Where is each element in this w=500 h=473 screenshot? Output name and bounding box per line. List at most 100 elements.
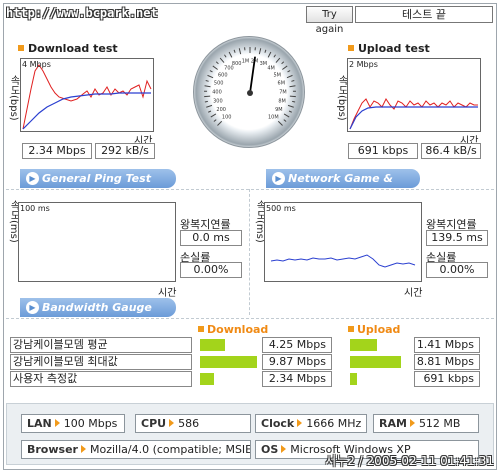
download-bar-track [200, 373, 260, 385]
upload-graph [347, 58, 481, 132]
gauge-tick [282, 65, 288, 70]
tab-bandwidth-gauge[interactable]: ▶ Bandwidth Gauge [20, 298, 176, 317]
bandwidth-row-label: 강남케이블모뎀 최대값 [10, 354, 192, 370]
gauge-tick [283, 113, 290, 118]
triangle-right-icon [54, 419, 60, 427]
gauge-tick [204, 100, 208, 103]
gauge-dial-label: 7M [279, 89, 287, 95]
download-y-axis-label: 속도(bps) [8, 75, 19, 121]
download-speed-kbs: 292 kB/s [95, 143, 155, 159]
bandwidth-row-label: 사용자 측정값 [10, 371, 192, 387]
site-url: http://www.bcpark.net [6, 6, 158, 20]
upload-speed-kbs: 86.4 kB/s [421, 143, 481, 159]
gauge-tick [228, 51, 233, 58]
download-bar [200, 373, 214, 385]
gauge-tick [209, 70, 213, 73]
gauge-face: 1002003004005006007008001M2M3M4M5M6M7M8M… [204, 47, 296, 126]
gauge-tick [207, 74, 214, 79]
upload-bar [350, 356, 401, 368]
upload-value: 1.41 Mbps [414, 337, 480, 353]
download-scale-label: 4 Mbps [22, 60, 51, 69]
ping-x-axis-label: 시간 [158, 288, 177, 299]
gauge-dial-label: 500 [214, 81, 224, 87]
bullet-square-icon [198, 326, 204, 332]
ping-latency-value: 0.0 ms [180, 230, 242, 246]
upload-value: 691 kbps [414, 371, 480, 387]
ping-scale-label: 100 ms [20, 204, 50, 213]
gauge-tick [224, 54, 227, 58]
tab-network-game-voip-test[interactable]: ▶ Network Game & VoIP Test [266, 169, 420, 204]
upload-value: 8.81 Mbps [414, 354, 480, 370]
gauge-dial-label: 3M [260, 61, 268, 67]
gauge-dial-label: 200 [216, 107, 226, 113]
game-scale-label: 500 ms [266, 204, 296, 213]
lan-info: LAN 100 Mbps [21, 414, 125, 433]
ping-loss-value: 0.00% [180, 262, 242, 278]
gauge-tick [267, 51, 272, 58]
upload-bar [350, 339, 377, 351]
gauge-tick [206, 104, 213, 108]
gauge-tick [287, 104, 294, 108]
gauge-tick [288, 110, 292, 113]
footer-timestamp: 서누2 / 2005-02-11 01:41:31 [325, 454, 494, 468]
arrow-right-icon: ▶ [272, 172, 285, 185]
tab-general-ping-test[interactable]: ▶ General Ping Test [20, 169, 176, 188]
gauge-tick [277, 120, 283, 126]
triangle-right-icon [281, 445, 287, 453]
upload-speed-kbps: 691 kbps [348, 143, 418, 159]
gauge-tick [286, 74, 293, 79]
upload-bar [350, 373, 357, 385]
game-loss-value: 0.00% [426, 262, 488, 278]
download-bar-track [200, 356, 260, 368]
download-test-title: Download test [18, 42, 118, 55]
gauge-tick [213, 119, 217, 122]
download-speed-mbps: 2.34 Mbps [22, 143, 92, 159]
triangle-right-icon [169, 419, 175, 427]
download-bar [200, 356, 257, 368]
bullet-square-icon [18, 45, 24, 51]
arrow-right-icon: ▶ [26, 172, 39, 185]
gauge-tick [287, 70, 291, 73]
gauge-dial-label: 5M [273, 72, 281, 78]
gauge-dial-label: 9M [275, 107, 283, 113]
download-value: 2.34 Mbps [262, 371, 332, 387]
upload-scale-label: 2 Mbps [349, 60, 378, 69]
section-divider [6, 189, 494, 190]
gauge-dial-label: 400 [212, 89, 222, 95]
gauge-tick [217, 120, 223, 126]
gauge-dial-label: 10M [268, 114, 279, 120]
upload-bar-track [350, 339, 410, 351]
gauge-tick [205, 80, 209, 82]
download-value: 4.25 Mbps [262, 337, 332, 353]
game-latency-value: 139.5 ms [426, 230, 488, 246]
gauge-tick [215, 61, 219, 65]
gauge-dial-label: 4M [267, 66, 275, 72]
arrow-right-icon: ▶ [26, 301, 39, 314]
gauge-dial-label: 100 [222, 114, 232, 120]
gauge-tick [204, 85, 211, 88]
game-graph [264, 202, 422, 282]
gauge-tick [210, 113, 217, 118]
gauge-dial-label: 1M [242, 58, 250, 64]
gauge-tick [283, 119, 287, 122]
gauge-tick [264, 49, 267, 53]
gauge-tick [258, 48, 262, 55]
gauge-dial-label: 300 [213, 99, 223, 105]
triangle-right-icon [409, 419, 415, 427]
ping-graph [18, 202, 176, 282]
gauge-dial-label: 6M [278, 81, 286, 87]
download-bar-track [200, 339, 260, 351]
triangle-right-icon [80, 445, 86, 453]
cpu-info: CPU 586 [135, 414, 251, 433]
try-again-button[interactable]: Try again [306, 6, 353, 35]
triangle-right-icon [297, 419, 303, 427]
ram-info: RAM 512 MB [373, 414, 479, 433]
game-x-axis-label: 시간 [404, 288, 423, 299]
gauge-dial-label: 800 [232, 61, 242, 67]
gauge-tick [292, 100, 296, 103]
bandwidth-row-label: 강남케이블모뎀 평균 [10, 337, 192, 353]
gauge-tick [208, 110, 212, 113]
section-divider [6, 318, 494, 319]
browser-info: BrowserMozilla/4.0 (compatible; MSIE 6.0 [21, 440, 251, 459]
gauge-dial-label: 600 [218, 72, 228, 78]
